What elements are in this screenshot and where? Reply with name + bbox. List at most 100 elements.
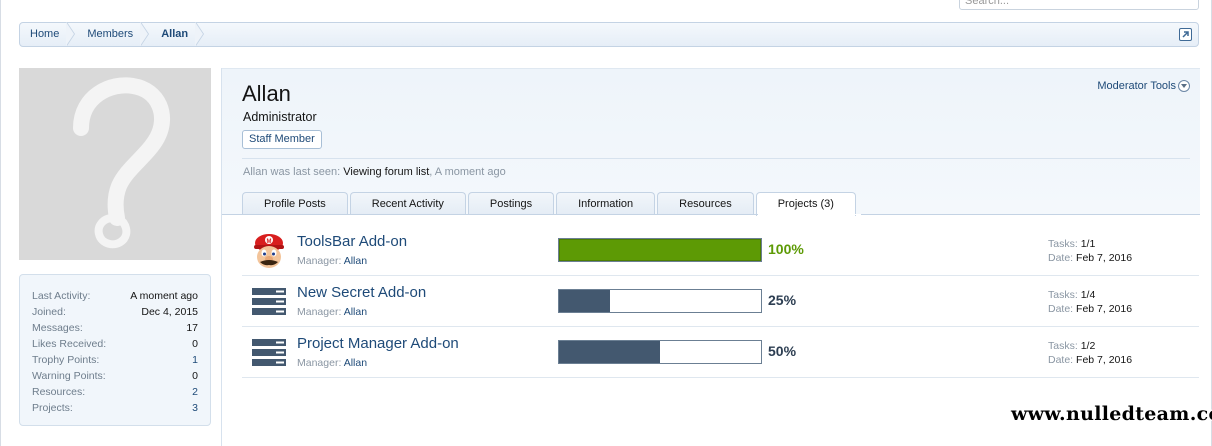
svg-text:M: M xyxy=(267,239,272,245)
project-meta: Tasks: 1/2 Date: Feb 7, 2016 xyxy=(1048,339,1132,367)
last-seen: Allan was last seen: Viewing forum list,… xyxy=(243,166,506,178)
stat-trophy-points: Trophy Points: 1 xyxy=(32,352,198,368)
stat-value: A moment ago xyxy=(130,290,198,302)
staff-badge: Staff Member xyxy=(242,130,322,149)
stat-warning-points: Warning Points: 0 xyxy=(32,368,198,384)
manager-label: Manager: xyxy=(297,255,342,267)
progress-fill xyxy=(559,341,660,363)
project-manager: Manager: Allan xyxy=(297,357,367,369)
manager-name-link[interactable]: Allan xyxy=(344,306,367,318)
tab-resources[interactable]: Resources xyxy=(657,192,754,215)
date-value: Feb 7, 2016 xyxy=(1076,303,1133,315)
date-value: Feb 7, 2016 xyxy=(1076,252,1133,264)
progress-fill xyxy=(559,290,610,312)
profile-main: Allan Administrator Staff Member Moderat… xyxy=(221,68,1200,446)
stat-messages: Messages: 17 xyxy=(32,320,198,336)
last-seen-prefix: Allan was last seen: xyxy=(243,166,341,178)
project-manager: Manager: Allan xyxy=(297,255,367,267)
date-label: Date: xyxy=(1048,303,1074,315)
stat-value-link[interactable]: 3 xyxy=(192,400,198,416)
project-title-link[interactable]: New Secret Add-on xyxy=(297,284,426,301)
manager-name-link[interactable]: Allan xyxy=(344,255,367,267)
project-title-link[interactable]: ToolsBar Add-on xyxy=(297,233,407,250)
stat-label: Joined: xyxy=(32,306,66,318)
jump-to-top-icon[interactable] xyxy=(1179,28,1192,41)
moderator-tools-menu[interactable]: Moderator Tools xyxy=(1097,80,1190,92)
project-row: M ToolsBar Add-on Manager: Allan 100% Ta… xyxy=(242,225,1199,276)
member-stats: Last Activity: A moment ago Joined: Dec 4,… xyxy=(19,274,211,426)
project-title-link[interactable]: Project Manager Add-on xyxy=(297,335,459,352)
chevron-down-icon xyxy=(1178,80,1190,92)
last-seen-time: A moment ago xyxy=(434,166,506,178)
stat-value: 0 xyxy=(192,338,198,350)
stat-value: 0 xyxy=(192,370,198,382)
breadcrumb-current-user[interactable]: Allan xyxy=(151,22,206,46)
project-row: Project Manager Add-on Manager: Allan 50… xyxy=(242,327,1199,378)
avatar[interactable] xyxy=(19,68,211,260)
tasks-label: Tasks: xyxy=(1048,289,1078,301)
progress-percent: 25% xyxy=(768,292,797,308)
progress-percent: 50% xyxy=(768,343,797,359)
page-title: Allan xyxy=(242,81,291,106)
profile-header: Allan Administrator Staff Member Moderat… xyxy=(222,68,1200,216)
project-meta: Tasks: 1/1 Date: Feb 7, 2016 xyxy=(1048,237,1132,265)
divider xyxy=(242,158,1190,159)
profile-tabs: Profile Posts Recent Activity Postings I… xyxy=(242,192,856,216)
manager-name-link[interactable]: Allan xyxy=(344,357,367,369)
progress-percent: 100% xyxy=(768,241,804,257)
project-meta: Tasks: 1/4 Date: Feb 7, 2016 xyxy=(1048,288,1132,316)
stat-label: Resources: xyxy=(32,386,86,398)
stat-joined: Joined: Dec 4, 2015 xyxy=(32,304,198,320)
stat-value: 17 xyxy=(186,322,198,334)
stat-value: Dec 4, 2015 xyxy=(141,306,198,318)
stat-label: Trophy Points: xyxy=(32,354,100,366)
stat-resources: Resources: 2 xyxy=(32,384,198,400)
stat-label: Last Activity: xyxy=(32,290,91,302)
stat-value-link[interactable]: 2 xyxy=(192,384,198,400)
tab-projects[interactable]: Projects (3) xyxy=(755,192,856,216)
question-mark-avatar-icon xyxy=(73,77,170,249)
moderator-tools-label: Moderator Tools xyxy=(1097,80,1176,92)
tasks-label: Tasks: xyxy=(1048,238,1078,250)
progress-bar xyxy=(558,289,762,313)
stat-label: Warning Points: xyxy=(32,370,106,382)
tab-recent-activity[interactable]: Recent Activity xyxy=(349,192,466,215)
project-manager: Manager: Allan xyxy=(297,306,367,318)
stat-label: Messages: xyxy=(32,322,83,334)
search-input[interactable]: Search... xyxy=(959,0,1199,10)
watermark: www.nulledteam.com xyxy=(1011,403,1212,425)
stat-value-link[interactable]: 1 xyxy=(192,352,198,368)
project-row: New Secret Add-on Manager: Allan 25% Tas… xyxy=(242,276,1199,327)
manager-label: Manager: xyxy=(297,306,342,318)
stat-projects: Projects: 3 xyxy=(32,400,198,416)
tab-postings[interactable]: Postings xyxy=(467,192,555,215)
tasks-value: 1/4 xyxy=(1080,289,1096,301)
tab-underline-gap xyxy=(758,214,861,215)
stat-last-activity: Last Activity: A moment ago xyxy=(32,288,198,304)
progress-bar xyxy=(558,238,762,262)
server-stack-icon[interactable] xyxy=(250,283,288,321)
date-label: Date: xyxy=(1048,252,1074,264)
date-label: Date: xyxy=(1048,354,1074,366)
mario-avatar-icon[interactable]: M xyxy=(250,232,288,270)
tab-profile-posts[interactable]: Profile Posts xyxy=(242,192,348,215)
server-stack-icon[interactable] xyxy=(250,334,288,372)
last-seen-separator: , xyxy=(429,166,433,178)
user-title: Administrator xyxy=(243,110,317,124)
tasks-value: 1/1 xyxy=(1080,238,1096,250)
tasks-label: Tasks: xyxy=(1048,340,1078,352)
breadcrumb-home[interactable]: Home xyxy=(20,22,77,46)
progress-fill xyxy=(559,239,761,261)
breadcrumb-members[interactable]: Members xyxy=(77,22,151,46)
stat-likes-received: Likes Received: 0 xyxy=(32,336,198,352)
stat-label: Likes Received: xyxy=(32,338,107,350)
stat-label: Projects: xyxy=(32,402,73,414)
tab-information[interactable]: Information xyxy=(556,192,656,215)
breadcrumb: Home Members Allan xyxy=(19,22,1199,47)
date-value: Feb 7, 2016 xyxy=(1076,354,1133,366)
progress-bar xyxy=(558,340,762,364)
last-seen-activity[interactable]: Viewing forum list xyxy=(343,166,429,178)
tab-underline xyxy=(222,214,1200,215)
manager-label: Manager: xyxy=(297,357,342,369)
tasks-value: 1/2 xyxy=(1080,340,1096,352)
